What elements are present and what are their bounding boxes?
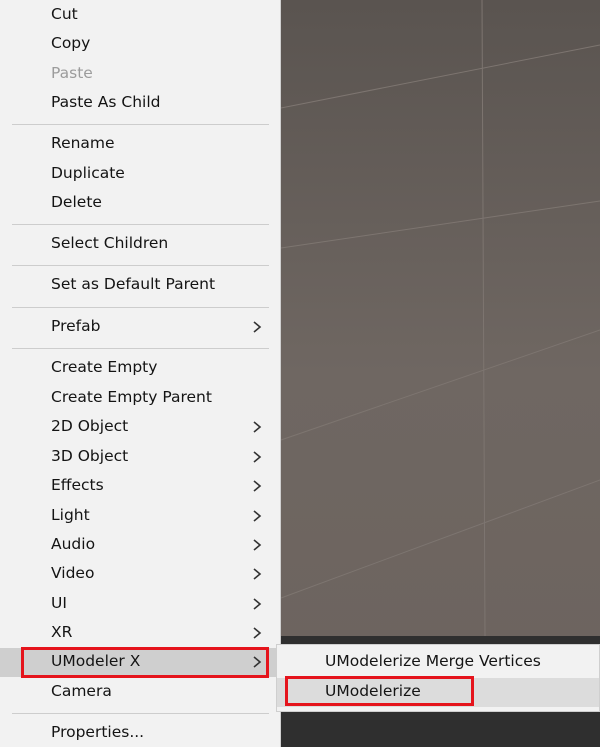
menu-item-label: Select Children	[51, 234, 169, 252]
chevron-right-icon	[253, 510, 262, 522]
menu-item-label: UI	[51, 594, 67, 612]
menu-item-copy[interactable]: Copy	[0, 30, 281, 59]
submenu-item-label: UModelerize Merge Vertices	[325, 652, 541, 670]
menu-item-label: Copy	[51, 34, 91, 52]
chevron-right-icon	[253, 539, 262, 551]
menu-item-label: 3D Object	[51, 447, 129, 465]
menu-separator	[12, 124, 269, 125]
menu-item-label: Prefab	[51, 317, 101, 335]
menu-item-paste: Paste	[0, 60, 281, 89]
menu-separator	[12, 307, 269, 308]
chevron-right-icon	[253, 568, 262, 580]
chevron-right-icon	[253, 480, 262, 492]
context-menu: Cut Copy Paste Paste As Child Rename Dup…	[0, 0, 281, 747]
menu-item-video[interactable]: Video	[0, 560, 281, 589]
menu-item-ui[interactable]: UI	[0, 590, 281, 619]
menu-item-prefab[interactable]: Prefab	[0, 313, 281, 342]
menu-item-properties[interactable]: Properties...	[0, 719, 281, 747]
umodeler-x-submenu: UModelerize Merge Vertices UModelerize	[276, 644, 600, 712]
menu-item-label: Camera	[51, 682, 112, 700]
menu-item-2d-object[interactable]: 2D Object	[0, 413, 281, 442]
menu-separator	[12, 713, 269, 714]
chevron-right-icon	[253, 598, 262, 610]
chevron-right-icon	[253, 321, 262, 333]
menu-separator	[12, 348, 269, 349]
menu-item-label: Paste As Child	[51, 93, 161, 111]
menu-separator	[12, 224, 269, 225]
menu-item-label: Effects	[51, 476, 104, 494]
menu-item-label: Audio	[51, 535, 96, 553]
menu-item-label: UModeler X	[51, 652, 141, 670]
menu-item-label: XR	[51, 623, 73, 641]
menu-item-label: Properties...	[51, 723, 145, 741]
menu-item-3d-object[interactable]: 3D Object	[0, 443, 281, 472]
menu-item-label: Light	[51, 506, 90, 524]
menu-item-label: Duplicate	[51, 164, 125, 182]
chevron-right-icon	[253, 627, 262, 639]
menu-item-label: Video	[51, 564, 95, 582]
menu-item-label: 2D Object	[51, 417, 129, 435]
menu-item-effects[interactable]: Effects	[0, 472, 281, 501]
menu-item-set-as-default-parent[interactable]: Set as Default Parent	[0, 271, 281, 300]
menu-item-camera[interactable]: Camera	[0, 678, 281, 707]
chevron-right-icon	[253, 656, 262, 668]
menu-item-umodeler-x[interactable]: UModeler X	[0, 648, 281, 677]
menu-item-create-empty[interactable]: Create Empty	[0, 354, 281, 383]
menu-separator	[12, 265, 269, 266]
menu-item-duplicate[interactable]: Duplicate	[0, 160, 281, 189]
menu-item-xr[interactable]: XR	[0, 619, 281, 648]
menu-item-cut[interactable]: Cut	[0, 1, 281, 30]
menu-item-label: Rename	[51, 134, 115, 152]
submenu-item-umodelerize[interactable]: UModelerize	[277, 678, 599, 707]
menu-item-delete[interactable]: Delete	[0, 189, 281, 218]
submenu-item-umodelerize-merge-vertices[interactable]: UModelerize Merge Vertices	[277, 648, 599, 677]
menu-item-label: Create Empty	[51, 358, 158, 376]
menu-item-label: Delete	[51, 193, 102, 211]
menu-item-label: Set as Default Parent	[51, 275, 216, 293]
menu-item-label: Paste	[51, 64, 93, 82]
menu-item-select-children[interactable]: Select Children	[0, 230, 281, 259]
menu-item-light[interactable]: Light	[0, 502, 281, 531]
submenu-item-label: UModelerize	[325, 682, 421, 700]
menu-item-paste-as-child[interactable]: Paste As Child	[0, 89, 281, 118]
menu-item-label: Create Empty Parent	[51, 388, 212, 406]
menu-item-rename[interactable]: Rename	[0, 130, 281, 159]
menu-item-create-empty-parent[interactable]: Create Empty Parent	[0, 384, 281, 413]
chevron-right-icon	[253, 421, 262, 433]
chevron-right-icon	[253, 451, 262, 463]
menu-item-audio[interactable]: Audio	[0, 531, 281, 560]
menu-item-label: Cut	[51, 5, 78, 23]
